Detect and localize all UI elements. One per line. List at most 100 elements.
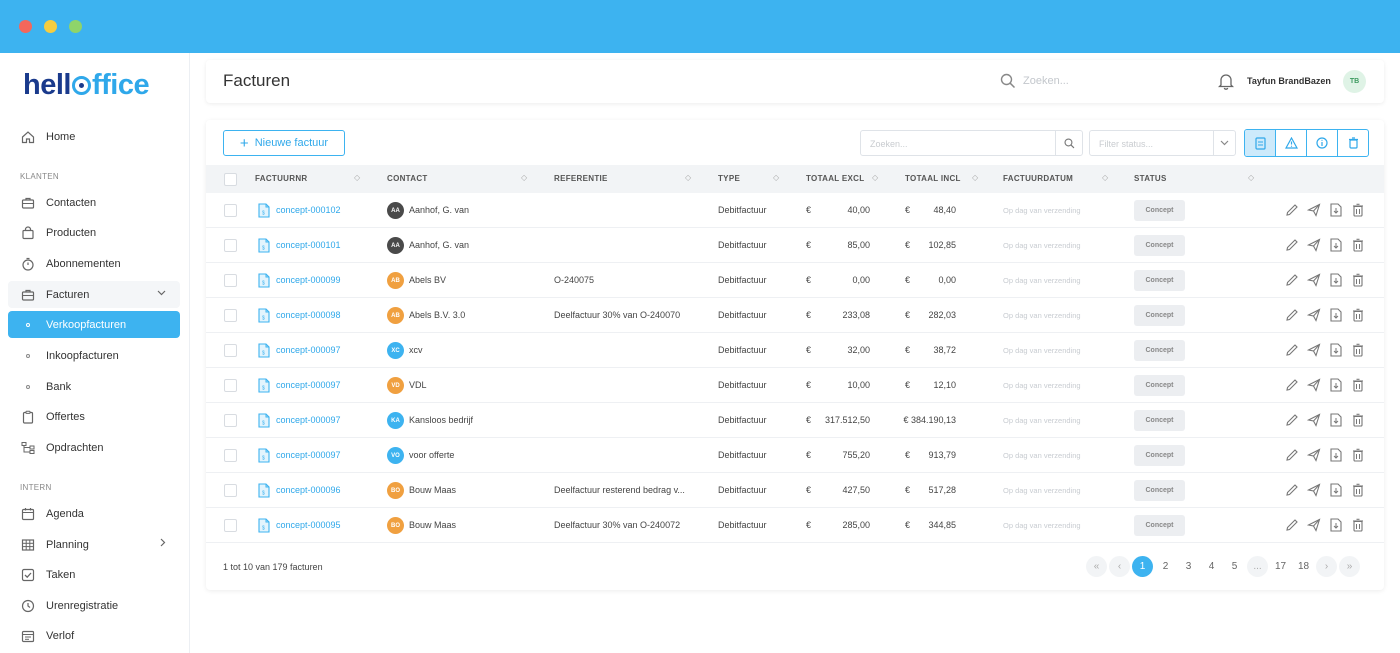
send-icon[interactable] [1306, 342, 1322, 358]
table-row[interactable]: $ concept-000097 XC xcv Debitfactuur € 3… [206, 333, 1384, 368]
sidebar-item-contacten[interactable]: Contacten [8, 189, 180, 216]
sort-icon[interactable]: ◇ [972, 173, 978, 182]
contact-name[interactable]: Abels B.V. 3.0 [409, 310, 465, 320]
search-icon[interactable] [1000, 73, 1016, 94]
pencil-icon[interactable] [1284, 517, 1300, 533]
contact-name[interactable]: Kansloos bedrijf [409, 415, 473, 425]
contact-name[interactable]: xcv [409, 345, 423, 355]
sidebar-item-facturen[interactable]: Facturen [8, 281, 180, 308]
sidebar-item-taken[interactable]: Taken [8, 561, 180, 588]
pencil-icon[interactable] [1284, 342, 1300, 358]
sidebar-item-bank[interactable]: Bank [8, 373, 180, 400]
bell-icon[interactable] [1217, 72, 1235, 95]
sidebar-item-verlof[interactable]: Verlof [8, 622, 180, 649]
page-button[interactable]: ... [1247, 556, 1268, 577]
status-filter-select[interactable]: Filter status... [1089, 130, 1236, 156]
documents-filter-button[interactable] [1245, 130, 1276, 156]
contact-name[interactable]: Bouw Maas [409, 520, 456, 530]
download-icon[interactable] [1328, 447, 1344, 463]
column-header[interactable]: TOTAAL EXCL [806, 174, 864, 183]
pencil-icon[interactable] [1284, 482, 1300, 498]
send-icon[interactable] [1306, 237, 1322, 253]
pencil-icon[interactable] [1284, 202, 1300, 218]
sidebar-item-abonnementen[interactable]: Abonnementen [8, 250, 180, 277]
sort-icon[interactable]: ◇ [354, 173, 360, 182]
download-icon[interactable] [1328, 342, 1344, 358]
next-page-button[interactable]: › [1316, 556, 1337, 577]
download-icon[interactable] [1328, 517, 1344, 533]
warning-filter-button[interactable] [1276, 130, 1307, 156]
contact-name[interactable]: voor offerte [409, 450, 454, 460]
send-icon[interactable] [1306, 517, 1322, 533]
trash-icon[interactable] [1350, 447, 1366, 463]
invoice-number-link[interactable]: concept-000096 [276, 485, 341, 495]
download-icon[interactable] [1328, 202, 1344, 218]
invoice-number-link[interactable]: concept-000098 [276, 310, 341, 320]
close-window-button[interactable] [19, 20, 32, 33]
invoice-number-link[interactable]: concept-000097 [276, 415, 341, 425]
table-row[interactable]: $ concept-000097 VO voor offerte Debitfa… [206, 438, 1384, 473]
download-icon[interactable] [1328, 307, 1344, 323]
contact-name[interactable]: Aanhof, G. van [409, 240, 469, 250]
invoice-number-link[interactable]: concept-000101 [276, 240, 341, 250]
column-header[interactable]: REFERENTIE [554, 174, 608, 183]
table-row[interactable]: $ concept-000102 AA Aanhof, G. van Debit… [206, 193, 1384, 228]
trash-icon[interactable] [1350, 202, 1366, 218]
first-page-button[interactable]: « [1086, 556, 1107, 577]
trash-icon[interactable] [1350, 237, 1366, 253]
last-page-button[interactable]: » [1339, 556, 1360, 577]
download-icon[interactable] [1328, 272, 1344, 288]
table-search-input[interactable]: Zoeken... [860, 130, 1083, 156]
pencil-icon[interactable] [1284, 272, 1300, 288]
page-button[interactable]: 3 [1178, 556, 1199, 577]
new-invoice-button[interactable]: + Nieuwe factuur [223, 130, 345, 156]
sort-icon[interactable]: ◇ [1248, 173, 1254, 182]
trash-icon[interactable] [1350, 377, 1366, 393]
invoice-number-link[interactable]: concept-000097 [276, 345, 341, 355]
sidebar-item-producten[interactable]: Producten [8, 219, 180, 246]
column-header[interactable]: STATUS [1134, 174, 1167, 183]
select-all-checkbox[interactable] [224, 173, 237, 186]
row-checkbox[interactable] [224, 519, 237, 532]
row-checkbox[interactable] [224, 414, 237, 427]
pencil-icon[interactable] [1284, 447, 1300, 463]
chevron-down-icon[interactable] [1213, 131, 1235, 155]
sidebar-item-agenda[interactable]: Agenda [8, 500, 180, 527]
trash-filter-button[interactable] [1338, 130, 1368, 156]
table-row[interactable]: $ concept-000099 AB Abels BV O-240075 De… [206, 263, 1384, 298]
pencil-icon[interactable] [1284, 377, 1300, 393]
search-button[interactable] [1055, 131, 1082, 155]
page-button[interactable]: 1 [1132, 556, 1153, 577]
page-button[interactable]: 2 [1155, 556, 1176, 577]
row-checkbox[interactable] [224, 344, 237, 357]
user-avatar[interactable]: TB [1343, 70, 1366, 93]
contact-name[interactable]: VDL [409, 380, 427, 390]
download-icon[interactable] [1328, 412, 1344, 428]
row-checkbox[interactable] [224, 274, 237, 287]
pencil-icon[interactable] [1284, 237, 1300, 253]
maximize-window-button[interactable] [69, 20, 82, 33]
table-row[interactable]: $ concept-000101 AA Aanhof, G. van Debit… [206, 228, 1384, 263]
sidebar-item-urenregistratie[interactable]: Urenregistratie [8, 592, 180, 619]
sidebar-item-verkoopfacturen[interactable]: Verkoopfacturen [8, 311, 180, 338]
global-search-input[interactable]: Zoeken... [1023, 75, 1069, 87]
sort-icon[interactable]: ◇ [773, 173, 779, 182]
sidebar-item-opdrachten[interactable]: Opdrachten [8, 434, 180, 461]
page-button[interactable]: 5 [1224, 556, 1245, 577]
table-row[interactable]: $ concept-000097 VD VDL Debitfactuur € 1… [206, 368, 1384, 403]
trash-icon[interactable] [1350, 342, 1366, 358]
invoice-number-link[interactable]: concept-000097 [276, 380, 341, 390]
prev-page-button[interactable]: ‹ [1109, 556, 1130, 577]
send-icon[interactable] [1306, 307, 1322, 323]
row-checkbox[interactable] [224, 484, 237, 497]
row-checkbox[interactable] [224, 309, 237, 322]
row-checkbox[interactable] [224, 449, 237, 462]
column-header[interactable]: FACTUURNR [255, 174, 307, 183]
invoice-number-link[interactable]: concept-000097 [276, 450, 341, 460]
column-header[interactable]: TYPE [718, 174, 740, 183]
send-icon[interactable] [1306, 482, 1322, 498]
pencil-icon[interactable] [1284, 412, 1300, 428]
contact-name[interactable]: Abels BV [409, 275, 446, 285]
contact-name[interactable]: Bouw Maas [409, 485, 456, 495]
download-icon[interactable] [1328, 482, 1344, 498]
